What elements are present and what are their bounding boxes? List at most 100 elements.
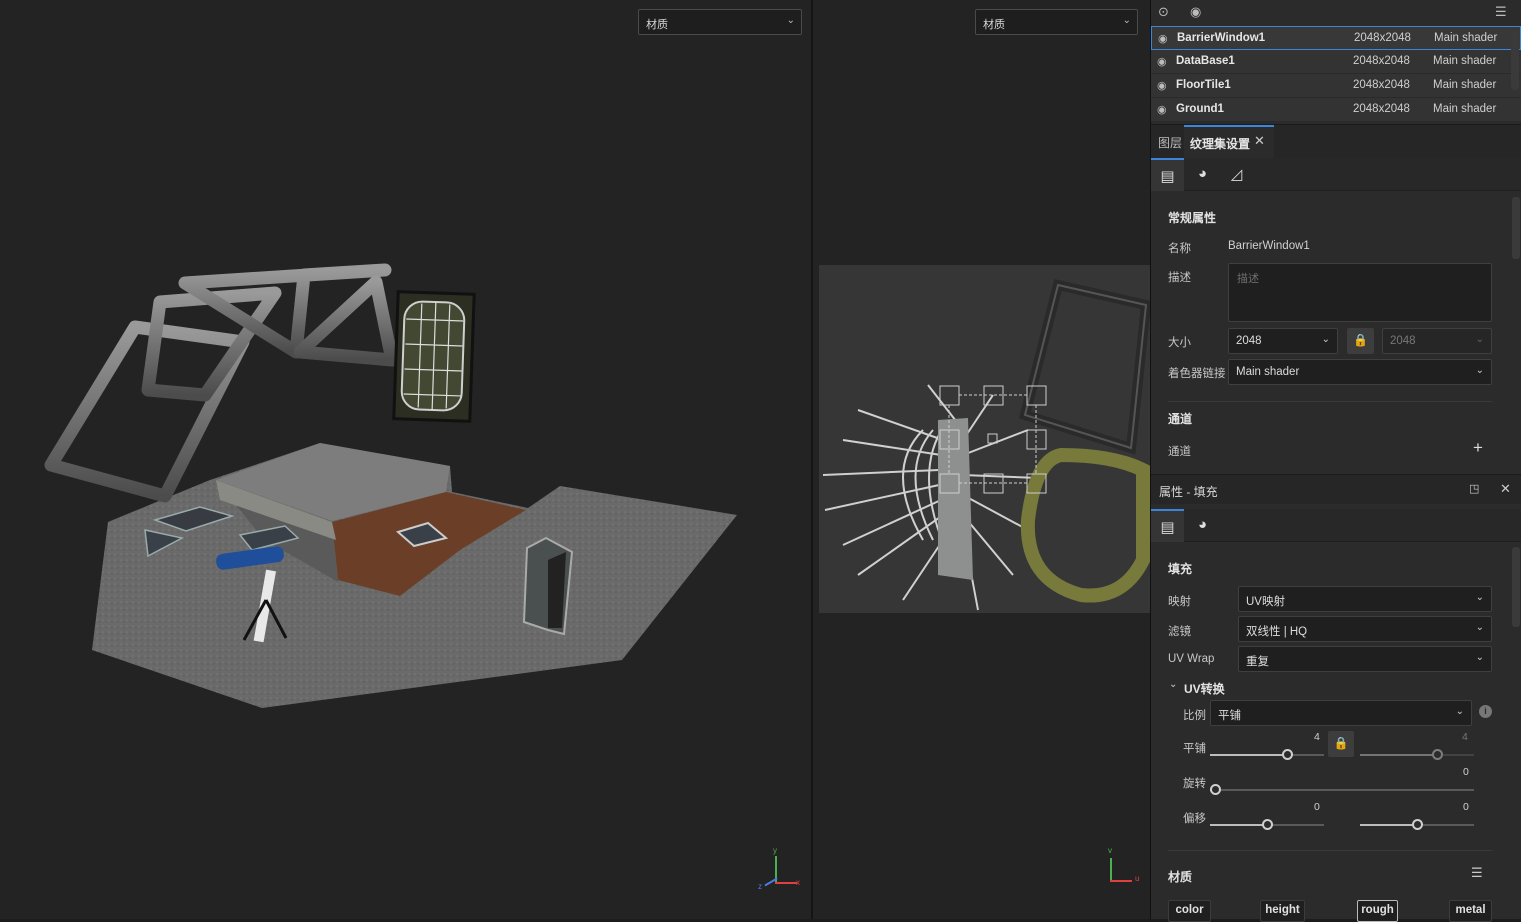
texture-set-name: DataBase1 xyxy=(1176,55,1235,67)
uv-transform-header[interactable]: UV转换 xyxy=(1184,680,1225,697)
filter-select[interactable]: 双线性 | HQ ⌄ xyxy=(1238,616,1492,642)
texture-set-row[interactable]: ◉ DataBase1 2048x2048 Main shader xyxy=(1151,50,1521,74)
size-label: 大小 xyxy=(1168,337,1191,349)
texture-set-resolution: 2048x2048 xyxy=(1353,55,1410,67)
viewport-2d-material-select[interactable]: 材质 ⌄ xyxy=(975,9,1138,35)
texture-settings-icon[interactable]: ▤ xyxy=(1151,158,1184,191)
uv-wrap-label: UV Wrap xyxy=(1168,653,1215,665)
viewport-3d-material-select[interactable]: 材质 ⌄ xyxy=(638,9,802,35)
shader-link-select[interactable]: Main shader ⌄ xyxy=(1228,359,1492,385)
size-select-locked-value: 2048 xyxy=(1390,335,1416,347)
section-general: 常规属性 xyxy=(1168,211,1217,225)
texture-set-row[interactable]: ◉ Ground1 2048x2048 Main shader xyxy=(1151,98,1521,122)
float-panel-icon[interactable]: ◳ xyxy=(1469,482,1479,495)
settings-scrollbar[interactable] xyxy=(1512,197,1520,259)
properties-header: 属性 - 填充 ◳ ✕ xyxy=(1151,474,1521,504)
section-material: 材质 xyxy=(1168,870,1193,884)
axis-z-label: z xyxy=(758,882,762,891)
offset-u-value: 0 xyxy=(1314,801,1320,813)
tiling-label: 平铺 xyxy=(1183,743,1206,755)
offset-u-slider[interactable] xyxy=(1210,818,1324,832)
chip-menu-icon[interactable]: ☰ xyxy=(1471,865,1483,881)
uv-2d-render xyxy=(819,265,1150,613)
texture-set-row[interactable]: ◉ BarrierWindow1 2048x2048 Main shader xyxy=(1151,26,1521,50)
texture-set-settings: 常规属性 名称 BarrierWindow1 描述 描述 大小 2048 ⌄ 🔒… xyxy=(1151,193,1521,471)
axis-u-label: u xyxy=(1135,874,1140,883)
axis-y-label: y xyxy=(773,846,777,855)
visibility-eye-icon[interactable]: ◉ xyxy=(1158,32,1168,45)
channels-label: 通道 xyxy=(1168,446,1191,458)
texture-settings-icon[interactable]: ▤ xyxy=(1151,509,1184,542)
scale-value: 平铺 xyxy=(1218,710,1241,722)
texture-set-name: FloorTile1 xyxy=(1176,79,1231,91)
size-select[interactable]: 2048 ⌄ xyxy=(1228,328,1338,354)
chevron-down-icon: ⌄ xyxy=(1321,334,1330,345)
texture-set-row[interactable]: ◉ FloorTile1 2048x2048 Main shader xyxy=(1151,74,1521,98)
rotation-slider[interactable] xyxy=(1210,783,1474,797)
mapping-select[interactable]: UV映射 ⌄ xyxy=(1238,586,1492,612)
camera-eye-icon[interactable]: ⊙ xyxy=(1158,4,1169,20)
texture-set-resolution: 2048x2048 xyxy=(1353,79,1410,91)
name-label: 名称 xyxy=(1168,243,1191,255)
tab-layers[interactable]: 图层 xyxy=(1158,134,1182,151)
lock-icon[interactable]: 🔒 xyxy=(1347,328,1374,354)
uv-frame-icon[interactable]: ◿ xyxy=(1220,158,1253,191)
viewport-3d-material-label: 材质 xyxy=(646,19,668,31)
settings-icon-bar: ▤ ◕ ◿ xyxy=(1151,158,1521,191)
texture-set-shader: Main shader xyxy=(1434,32,1498,44)
uv-wrap-select[interactable]: 重复 ⌄ xyxy=(1238,646,1492,672)
chip-label: height xyxy=(1265,904,1300,916)
menu-icon[interactable]: ☰ xyxy=(1495,4,1507,20)
offset-v-slider[interactable] xyxy=(1360,818,1474,832)
texture-set-shader: Main shader xyxy=(1433,103,1497,115)
description-placeholder: 描述 xyxy=(1237,273,1259,285)
scale-label: 比例 xyxy=(1183,710,1206,722)
chevron-down-icon: ⌄ xyxy=(1475,652,1484,663)
description-field[interactable]: 描述 xyxy=(1228,263,1492,322)
scale-select[interactable]: 平铺 ⌄ xyxy=(1210,700,1472,726)
texture-set-resolution: 2048x2048 xyxy=(1354,32,1411,44)
info-icon[interactable]: i xyxy=(1479,705,1492,718)
close-icon[interactable]: ✕ xyxy=(1500,481,1511,497)
viewport-2d[interactable]: 材质 ⌄ v u xyxy=(813,0,1150,919)
offset-label: 偏移 xyxy=(1183,813,1206,825)
texture-set-shader: Main shader xyxy=(1433,55,1497,67)
chevron-down-icon: ⌄ xyxy=(1122,15,1131,26)
texture-set-scrollbar[interactable] xyxy=(1511,30,1519,90)
filter-value: 双线性 | HQ xyxy=(1246,626,1308,638)
chip-label: rough xyxy=(1361,904,1394,916)
mapping-label: 映射 xyxy=(1168,596,1191,608)
properties-title: 属性 - 填充 xyxy=(1159,485,1218,499)
lock-icon[interactable]: 🔒 xyxy=(1328,731,1354,757)
chevron-down-icon: ⌄ xyxy=(1475,592,1484,603)
material-sphere-icon[interactable]: ◕ xyxy=(1186,158,1219,191)
uv-wrap-value: 重复 xyxy=(1246,656,1269,668)
texture-set-resolution: 2048x2048 xyxy=(1353,103,1410,115)
tiling-v-value: 4 xyxy=(1462,731,1468,743)
offset-v-value: 0 xyxy=(1463,801,1469,813)
eye-icon[interactable]: ◉ xyxy=(1190,4,1201,20)
right-panel: ⊙ ◉ ☰ ◉ BarrierWindow1 2048x2048 Main sh… xyxy=(1150,0,1521,922)
texture-set-list: ◉ BarrierWindow1 2048x2048 Main shader ◉… xyxy=(1151,26,1521,124)
visibility-eye-icon[interactable]: ◉ xyxy=(1157,79,1167,92)
properties-icon-bar: ▤ ◕ xyxy=(1151,509,1521,542)
chevron-down-icon: ⌄ xyxy=(1475,365,1484,376)
axis-x-label: x xyxy=(796,878,800,887)
size-select-locked: 2048 ⌄ xyxy=(1382,328,1492,354)
add-icon[interactable]: + xyxy=(1473,438,1483,458)
mapping-value: UV映射 xyxy=(1246,596,1285,608)
shader-link-value: Main shader xyxy=(1236,366,1300,378)
visibility-eye-icon[interactable]: ◉ xyxy=(1157,103,1167,116)
texture-set-name: Ground1 xyxy=(1176,103,1224,115)
close-icon[interactable]: ✕ xyxy=(1254,133,1265,149)
tab-texture-set-settings-label: 纹理集设置 xyxy=(1190,137,1251,151)
viewport-3d[interactable]: 材质 ⌄ y x z xyxy=(0,0,811,919)
section-channels: 通道 xyxy=(1168,412,1193,426)
tiling-u-slider[interactable] xyxy=(1210,748,1324,762)
material-sphere-icon[interactable]: ◕ xyxy=(1186,509,1219,542)
rotation-label: 旋转 xyxy=(1183,778,1206,790)
properties-scrollbar[interactable] xyxy=(1512,547,1520,627)
visibility-eye-icon[interactable]: ◉ xyxy=(1157,55,1167,68)
name-value: BarrierWindow1 xyxy=(1228,240,1310,252)
chevron-down-icon[interactable]: ⌄ xyxy=(1169,679,1177,690)
